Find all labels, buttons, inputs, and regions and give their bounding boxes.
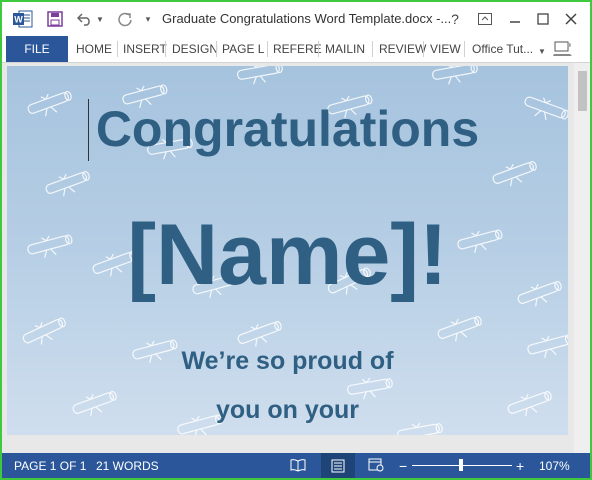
- zoom-level[interactable]: 107%: [539, 453, 570, 478]
- document-area: Congratulations [Name]! We’re so proud o…: [2, 63, 590, 453]
- account-name[interactable]: Office Tut...: [472, 36, 533, 62]
- account-picture-icon[interactable]: [552, 40, 574, 58]
- tab-separator: [464, 41, 465, 57]
- read-mode-icon[interactable]: [289, 456, 307, 474]
- diploma-scroll-icon: [45, 170, 90, 197]
- svg-text:W: W: [14, 15, 23, 25]
- save-icon[interactable]: [46, 10, 64, 28]
- word-window: W ▼ ▾ Graduate Congratulations Word Temp…: [0, 0, 592, 480]
- zoom-slider-thumb[interactable]: [459, 459, 463, 471]
- diploma-scroll-icon: [437, 315, 482, 342]
- ribbon-display-options-icon[interactable]: [476, 10, 494, 28]
- tab-file[interactable]: FILE: [6, 36, 68, 62]
- vertical-scrollbar[interactable]: [574, 63, 590, 453]
- tab-home[interactable]: HOME: [76, 36, 112, 62]
- tab-separator: [216, 41, 217, 57]
- tab-view[interactable]: VIEW: [430, 36, 461, 62]
- page-count[interactable]: PAGE 1 OF 1: [14, 453, 86, 478]
- tab-references[interactable]: REFERE: [273, 36, 322, 62]
- message-line-1: We’re so proud of: [181, 347, 394, 375]
- close-icon[interactable]: [562, 10, 580, 28]
- tab-separator: [372, 41, 373, 57]
- tab-separator: [165, 41, 166, 57]
- word-count[interactable]: 21 WORDS: [96, 453, 159, 478]
- diploma-scroll-icon: [237, 320, 282, 347]
- account-dropdown-icon[interactable]: ▼: [537, 42, 547, 60]
- document-page[interactable]: Congratulations [Name]! We’re so proud o…: [7, 66, 568, 435]
- tab-separator: [117, 41, 118, 57]
- help-button[interactable]: ?: [448, 10, 462, 28]
- redo-icon[interactable]: [116, 10, 134, 28]
- tab-design[interactable]: DESIGN: [172, 36, 218, 62]
- web-layout-icon[interactable]: [367, 456, 385, 474]
- scrollbar-thumb[interactable]: [578, 71, 587, 111]
- name-placeholder: [Name]!: [127, 207, 448, 303]
- tab-separator: [267, 41, 268, 57]
- tab-review[interactable]: REVIEW: [379, 36, 426, 62]
- title-bar: W ▼ ▾ Graduate Congratulations Word Temp…: [2, 2, 590, 36]
- message-line-2: you on your: [215, 396, 360, 424]
- customize-toolbar-icon[interactable]: ▾: [142, 10, 154, 28]
- ribbon-tabs: FILE HOME INSERT DESIGN PAGE L REFERE MA…: [2, 36, 590, 63]
- diploma-scroll-icon: [492, 160, 537, 187]
- word-icon[interactable]: W: [12, 10, 34, 28]
- congratulations-heading: Congratulations: [95, 101, 480, 157]
- tab-mailings[interactable]: MAILIN: [325, 36, 365, 62]
- undo-icon[interactable]: [76, 10, 94, 28]
- maximize-icon[interactable]: [534, 10, 552, 28]
- tab-insert[interactable]: INSERT: [123, 36, 167, 62]
- diploma-scroll-icon: [432, 66, 478, 85]
- status-bar: PAGE 1 OF 1 21 WORDS − + 107%: [2, 453, 590, 478]
- tab-separator: [423, 41, 424, 57]
- minimize-icon[interactable]: [506, 10, 524, 28]
- diploma-scroll-icon: [237, 66, 283, 85]
- diploma-scroll-icon: [22, 317, 66, 345]
- tab-page-layout[interactable]: PAGE L: [222, 36, 264, 62]
- zoom-out-button[interactable]: −: [399, 453, 407, 478]
- undo-dropdown-icon[interactable]: ▼: [95, 10, 105, 28]
- text-cursor: [88, 99, 89, 161]
- print-layout-icon[interactable]: [321, 453, 355, 478]
- tab-separator: [318, 41, 319, 57]
- zoom-in-button[interactable]: +: [516, 453, 524, 478]
- window-title: Graduate Congratulations Word Template.d…: [162, 11, 452, 26]
